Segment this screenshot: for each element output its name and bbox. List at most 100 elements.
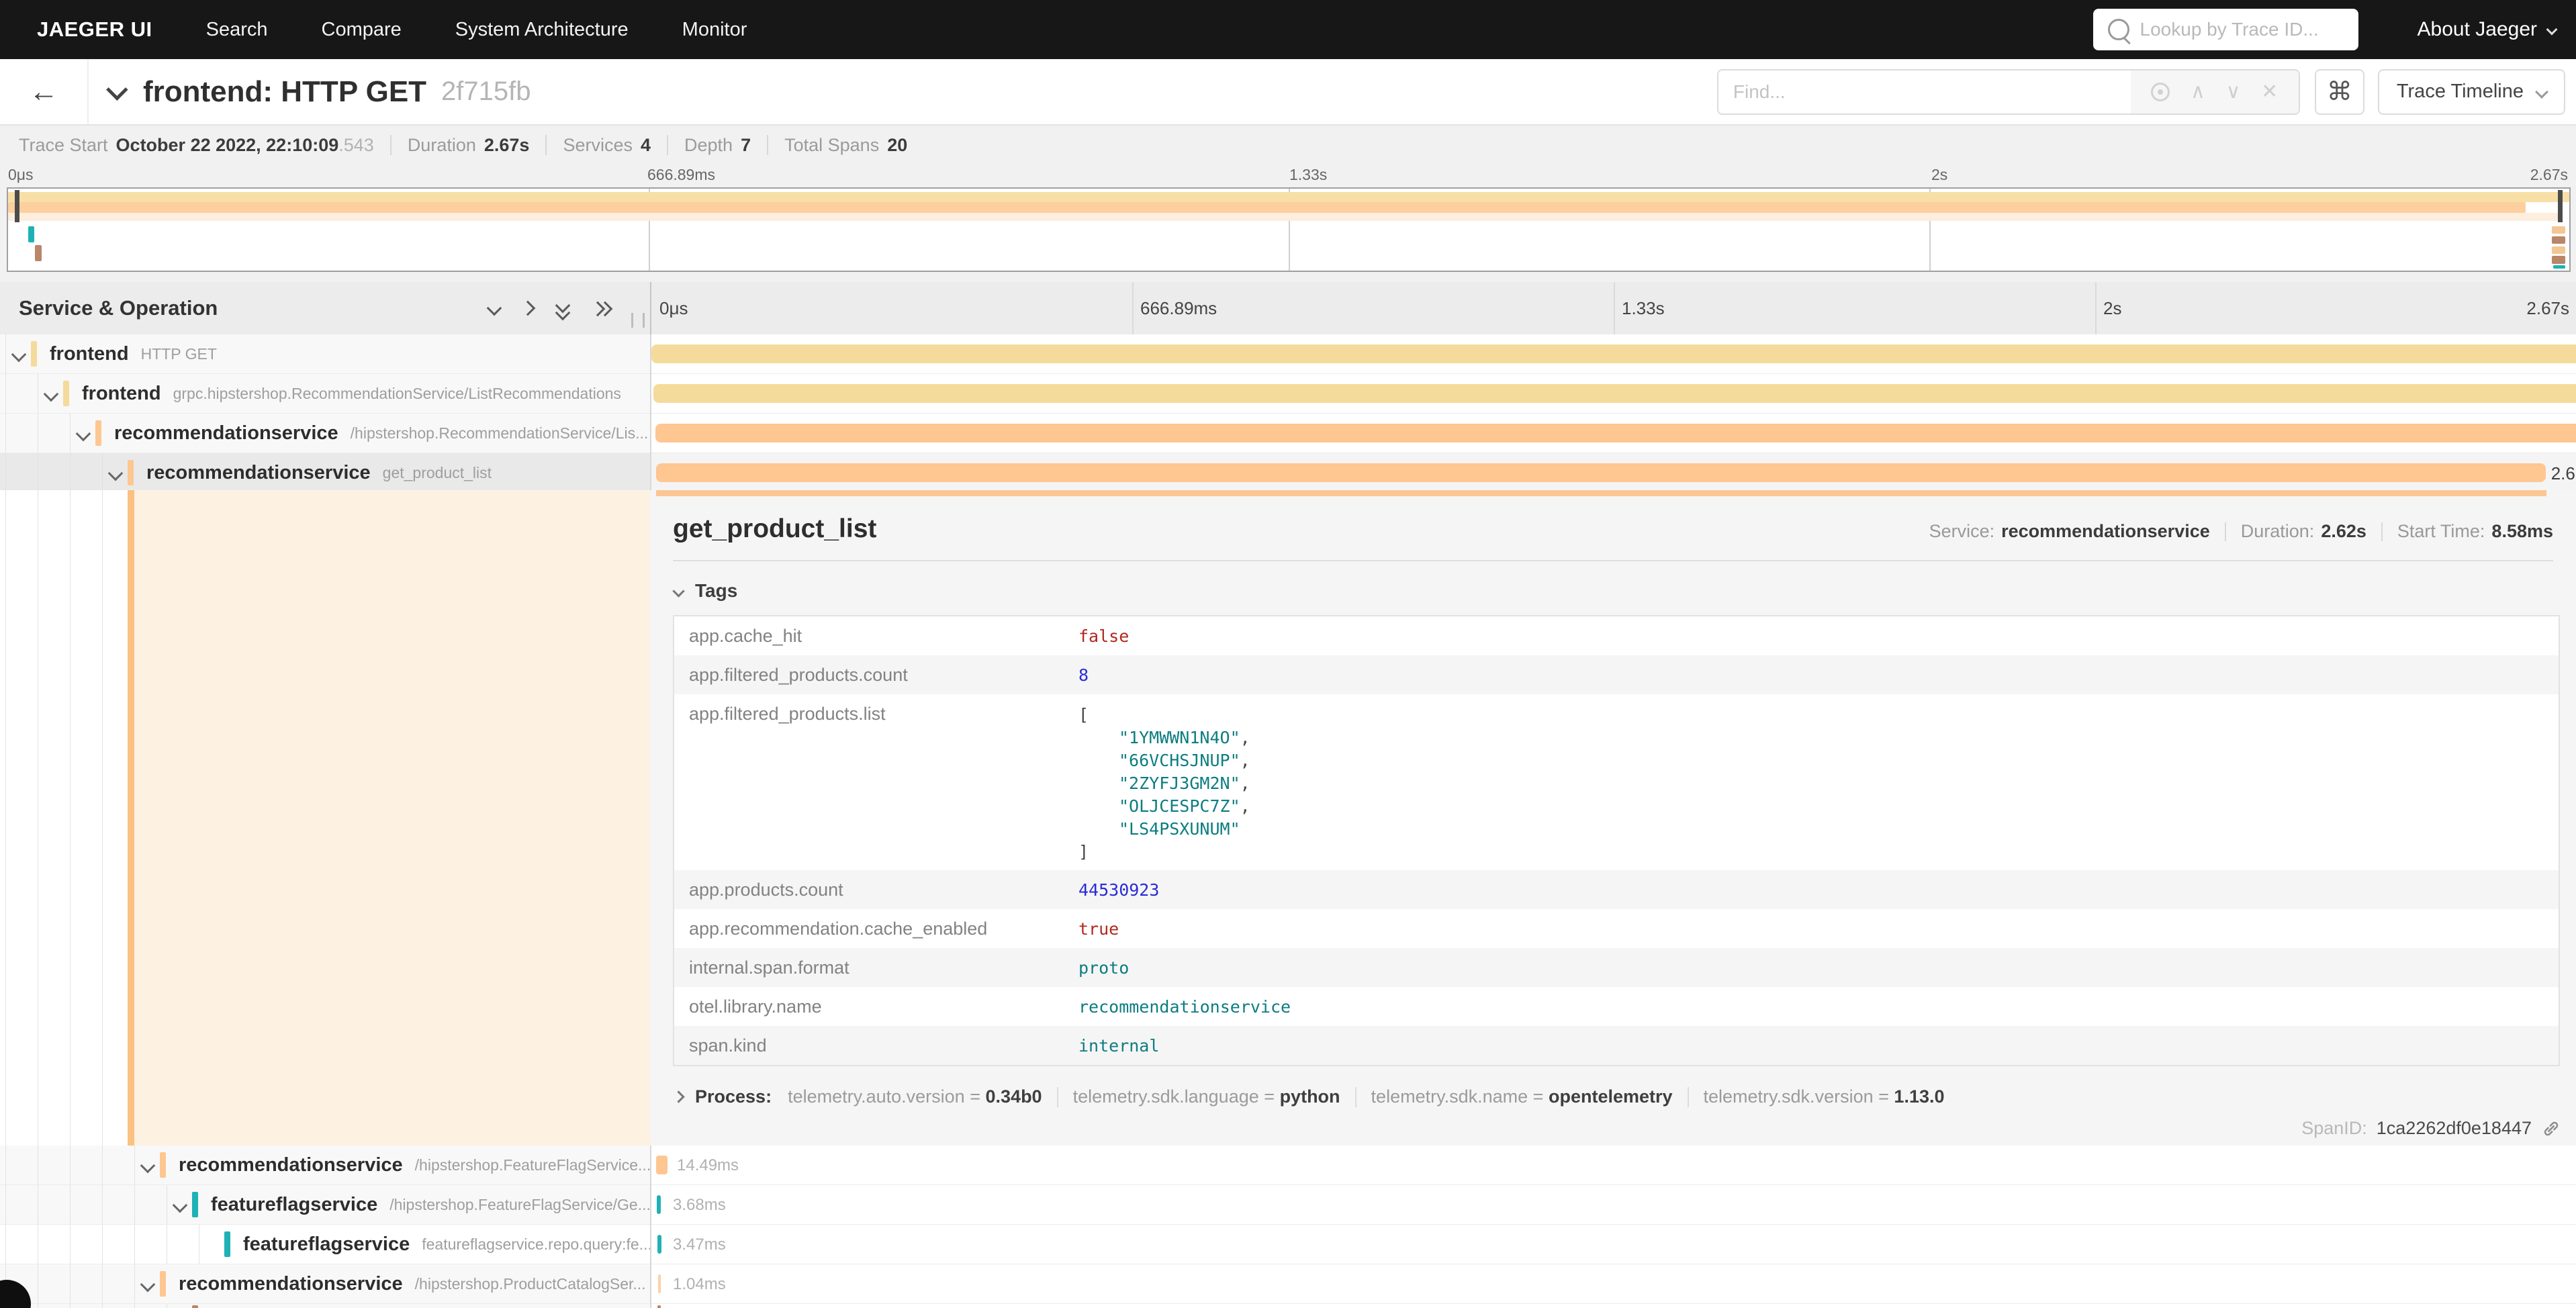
find-input[interactable]	[1718, 71, 2131, 113]
total-spans-label: Total Spans	[784, 135, 879, 156]
expand-one-icon[interactable]	[520, 301, 536, 316]
range-handle-left[interactable]	[15, 190, 19, 222]
chevron-down-icon[interactable]	[140, 1158, 156, 1174]
chevron-down-icon	[2535, 85, 2548, 99]
services-label: Services	[563, 135, 633, 156]
span-bar-detail	[656, 490, 2546, 496]
depth-label: Depth	[684, 135, 733, 156]
tag-row: span.kind internal	[674, 1026, 2559, 1065]
about-jaeger-menu[interactable]: About Jaeger	[2418, 18, 2556, 41]
service-name: recommendationservice	[146, 462, 371, 484]
minimap-span-productcatalog	[35, 245, 42, 261]
service-color-stripe	[160, 1152, 166, 1178]
trace-overview: Trace Start October 22 2022, 22:10:09.54…	[0, 124, 2576, 283]
minimap-span-featureflag	[28, 226, 34, 242]
range-handle-right[interactable]	[2558, 190, 2563, 222]
clear-find-button[interactable]: ✕	[2261, 80, 2278, 103]
span-row-frontend-httpget[interactable]: frontend HTTP GET	[0, 334, 2576, 374]
span-bar[interactable]	[656, 1156, 668, 1174]
chevron-down-icon[interactable]	[11, 347, 27, 363]
span-bar[interactable]	[655, 424, 2576, 442]
timeline-ticks-header: 0μs 666.89ms 1.33s 2s 2.67s	[651, 282, 2576, 334]
detail-left-gutter	[0, 490, 650, 1146]
tl-tick-0: 0μs	[659, 298, 688, 319]
service-name: frontend	[50, 343, 129, 365]
shortcuts-button[interactable]: ⌘	[2315, 69, 2364, 115]
chevron-down-icon[interactable]	[76, 426, 91, 442]
tag-row: internal.span.format proto	[674, 948, 2559, 987]
nav-item-compare[interactable]: Compare	[322, 19, 402, 41]
tag-row: app.filtered_products.list [ "1YMWWN1N4O…	[674, 694, 2559, 870]
span-duration-label: 3.47ms	[673, 1235, 726, 1254]
trace-collapse-icon[interactable]	[106, 79, 128, 101]
service-color-stripe	[192, 1305, 198, 1308]
span-id-label: SpanID:	[2301, 1118, 2367, 1139]
span-detail-title: get_product_list	[673, 514, 876, 544]
deep-link-icon[interactable]	[2541, 1119, 2561, 1139]
back-arrow-icon: ←	[29, 75, 58, 109]
span-bar[interactable]	[656, 463, 2546, 482]
span-bar[interactable]	[657, 1305, 661, 1308]
trace-start-fraction: .543	[338, 135, 374, 156]
span-row-get-product-list[interactable]: recommendationservice get_product_list 2…	[0, 453, 2576, 493]
trace-start-value: October 22 2022, 22:10:09	[116, 135, 339, 156]
operation-name: /hipstershop.FeatureFlagService...	[415, 1156, 650, 1174]
service-color-stripe	[31, 341, 37, 367]
tl-tick-1: 666.89ms	[1140, 298, 1217, 319]
span-row-featureflagservice-call[interactable]: recommendationservice /hipstershop.Featu…	[0, 1146, 2576, 1185]
chevron-down-icon[interactable]	[108, 466, 124, 481]
span-detail-row: get_product_list Service:recommendations…	[0, 490, 2576, 1147]
span-detail-meta: Service:recommendationservice Duration:2…	[1929, 521, 2553, 542]
duration-value: 2.62s	[2321, 521, 2366, 542]
operation-name: grpc.hipstershop.RecommendationService/L…	[173, 385, 621, 403]
span-bar[interactable]	[651, 344, 2576, 363]
nav-item-search[interactable]: Search	[206, 19, 268, 41]
trace-lookup-input[interactable]	[2139, 18, 2343, 41]
find-group: ∧ ∨ ✕	[1717, 69, 2300, 115]
nav-item-monitor[interactable]: Monitor	[682, 19, 747, 41]
brand-logo[interactable]: JAEGER UI	[37, 17, 152, 42]
service-name: featureflagservice	[243, 1233, 410, 1256]
nav-item-system-architecture[interactable]: System Architecture	[455, 19, 629, 41]
tags-section-toggle[interactable]: Tags	[674, 580, 737, 602]
expand-all-icon[interactable]	[592, 300, 606, 316]
span-duration-label: 14.49ms	[677, 1156, 739, 1175]
chevron-down-icon[interactable]	[44, 387, 59, 402]
trace-meta-bar: Trace Start October 22 2022, 22:10:09.54…	[0, 126, 2576, 165]
span-row-featureflag-getflag[interactable]: featureflagservice /hipstershop.FeatureF…	[0, 1185, 2576, 1225]
column-resizer[interactable]	[631, 313, 645, 328]
tick-0: 0μs	[8, 166, 34, 184]
span-row-frontend-listrecommendations[interactable]: frontend grpc.hipstershop.Recommendation…	[0, 374, 2576, 414]
view-selector-button[interactable]: Trace Timeline	[2378, 69, 2565, 115]
next-match-button[interactable]: ∨	[2226, 80, 2241, 103]
process-section-toggle[interactable]: Process: telemetry.auto.version = 0.34b0…	[674, 1086, 1945, 1107]
collapse-one-icon[interactable]	[487, 301, 502, 316]
focus-match-icon[interactable]	[2151, 83, 2170, 101]
chevron-down-icon[interactable]	[173, 1198, 188, 1213]
chevron-down-icon[interactable]	[140, 1277, 156, 1293]
span-bar[interactable]	[657, 1235, 661, 1254]
back-button[interactable]: ←	[0, 59, 89, 124]
view-selector-label: Trace Timeline	[2397, 81, 2524, 103]
service-value: recommendationservice	[2001, 521, 2210, 542]
tick-1: 666.89ms	[647, 166, 715, 184]
start-time-label: Start Time:	[2397, 521, 2485, 542]
span-bar[interactable]	[653, 384, 2576, 403]
tag-row: app.filtered_products.count 8	[674, 655, 2559, 694]
span-row-productcatalog-call[interactable]: recommendationservice /hipstershop.Produ…	[0, 1264, 2576, 1304]
service-operation-header: Service & Operation	[0, 282, 651, 334]
span-row-recommendationservice-list[interactable]: recommendationservice /hipstershop.Recom…	[0, 414, 2576, 453]
span-duration-label: 3.68ms	[673, 1196, 726, 1215]
service-name: recommendationservice	[179, 1154, 403, 1176]
span-bar[interactable]	[658, 1274, 661, 1293]
prev-match-button[interactable]: ∧	[2191, 80, 2205, 103]
span-bar[interactable]	[657, 1195, 661, 1214]
timeline-minimap[interactable]	[7, 187, 2571, 272]
command-icon: ⌘	[2327, 77, 2352, 107]
service-name: frontend	[82, 383, 161, 405]
span-row-featureflag-repo-query[interactable]: featureflagservice featureflagservice.re…	[0, 1225, 2576, 1264]
service-name: recommendationservice	[114, 422, 338, 445]
collapse-all-icon[interactable]	[556, 300, 569, 316]
trace-start-label: Trace Start	[19, 135, 108, 156]
span-row-partial[interactable]	[0, 1304, 2576, 1308]
